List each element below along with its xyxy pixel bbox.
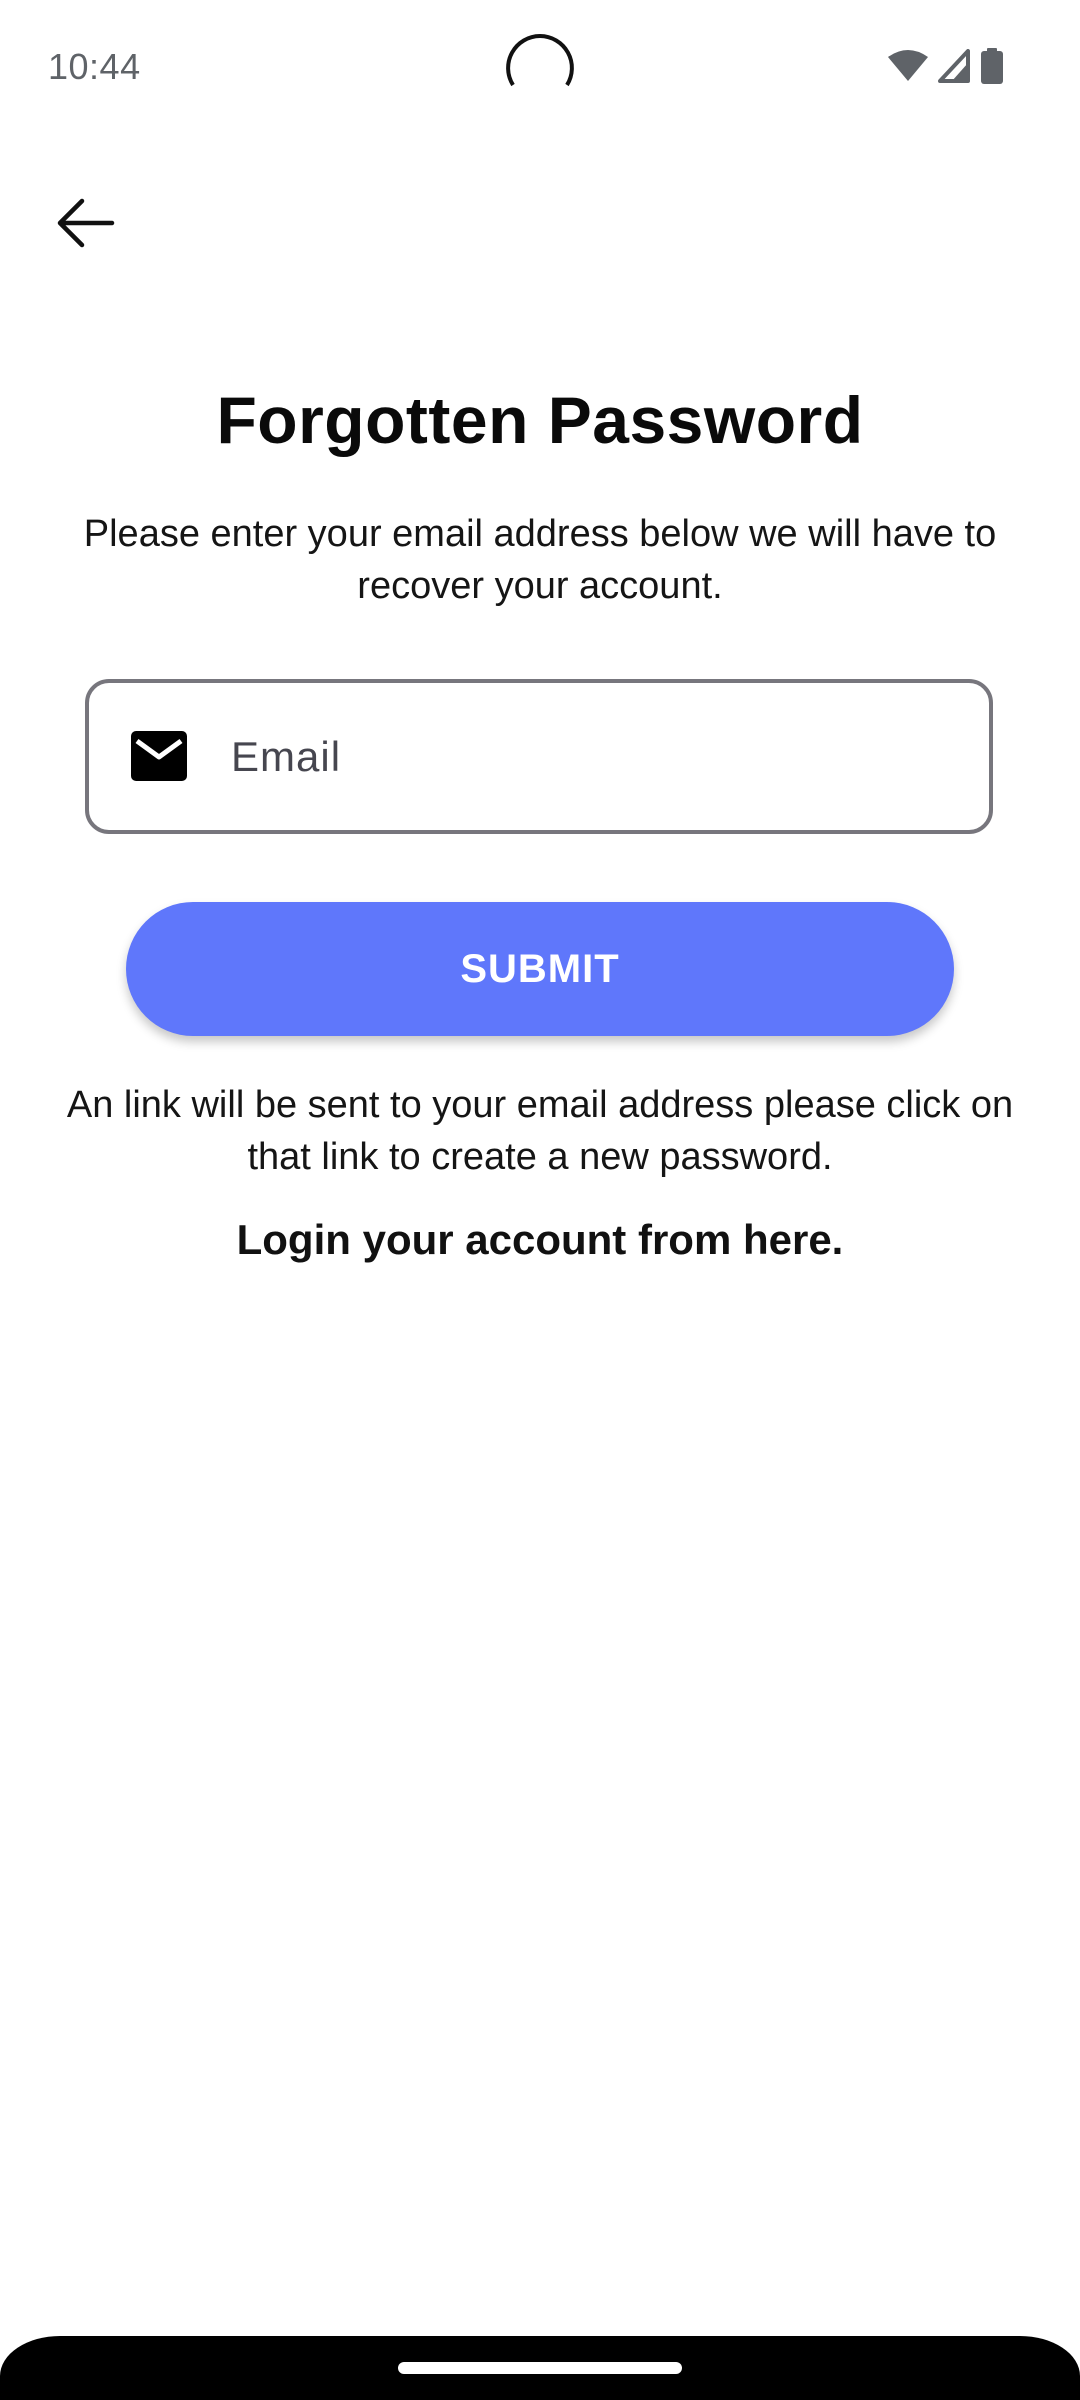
arrow-left-icon — [57, 198, 115, 248]
back-button[interactable] — [40, 178, 130, 268]
submit-button[interactable]: SUBMIT — [126, 902, 954, 1036]
battery-icon — [981, 48, 1003, 84]
home-gesture-handle[interactable] — [398, 2362, 682, 2374]
status-icons — [888, 48, 1004, 84]
submit-button-label: SUBMIT — [460, 946, 620, 991]
mail-icon — [131, 731, 187, 781]
status-time: 10:44 — [48, 46, 141, 87]
wifi-icon — [888, 50, 928, 81]
camera-cutout — [506, 34, 574, 87]
email-input[interactable] — [231, 683, 951, 830]
cellular-signal-icon — [938, 49, 970, 83]
email-field[interactable] — [85, 679, 993, 834]
status-bar: 10:44 — [0, 0, 1080, 136]
page-subtitle: Please enter your email address below we… — [83, 513, 997, 607]
login-link[interactable]: Login your account from here. — [0, 1216, 1080, 1264]
info-text: An link will be sent to your email addre… — [66, 1084, 1014, 1178]
page-title: Forgotten Password — [216, 383, 864, 457]
